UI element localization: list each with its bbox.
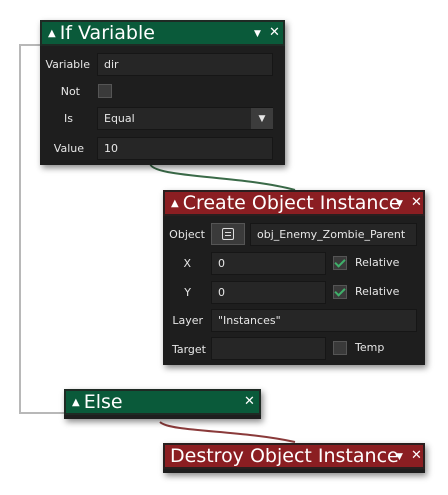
- temp-checkbox[interactable]: [333, 341, 347, 355]
- close-icon[interactable]: ✕: [269, 25, 280, 40]
- block-title: If Variable: [59, 22, 155, 44]
- layer-input[interactable]: "Instances": [211, 309, 417, 332]
- y-input[interactable]: 0: [211, 281, 326, 304]
- is-select[interactable]: Equal: [97, 107, 273, 130]
- value-label: Value: [53, 142, 84, 155]
- if-variable-header[interactable]: ▲ If Variable ▼ ✕: [40, 20, 285, 46]
- block-title: Create Object Instance: [182, 192, 401, 214]
- collapse-icon[interactable]: ▲: [48, 28, 56, 39]
- not-checkbox[interactable]: [98, 84, 112, 98]
- value-input[interactable]: 10: [97, 137, 273, 160]
- variable-label: Variable: [45, 58, 90, 71]
- destroy-object-instance-block: Destroy Object Instance ▼ ✕: [163, 443, 425, 473]
- chevron-down-icon[interactable]: ▼: [254, 29, 261, 39]
- x-input[interactable]: 0: [211, 252, 326, 275]
- chevron-down-icon[interactable]: ▼: [396, 199, 403, 209]
- target-input[interactable]: [211, 337, 326, 360]
- temp-label: Temp: [355, 341, 385, 354]
- collapse-icon[interactable]: ▲: [72, 397, 80, 408]
- if-to-create-connector: [149, 162, 296, 191]
- object-picker-icon: [222, 228, 234, 240]
- target-label: Target: [171, 343, 206, 356]
- is-label: Is: [64, 112, 73, 125]
- x-relative-checkbox[interactable]: [333, 256, 347, 270]
- object-picker-button[interactable]: [211, 223, 245, 245]
- layer-label: Layer: [172, 314, 203, 327]
- not-label: Not: [60, 85, 80, 98]
- object-label: Object: [169, 228, 205, 241]
- if-variable-block: ▲ If Variable ▼ ✕ Variable dir Not Is Eq…: [40, 20, 285, 165]
- y-relative-checkbox[interactable]: [333, 285, 347, 299]
- create-instance-header[interactable]: ▲ Create Object Instance ▼ ✕: [163, 190, 425, 216]
- block-title: Else: [83, 391, 123, 413]
- x-relative-label: Relative: [355, 256, 400, 269]
- destroy-instance-header[interactable]: Destroy Object Instance ▼ ✕: [163, 443, 425, 469]
- close-icon[interactable]: ✕: [411, 195, 422, 210]
- else-block: ▲ Else ✕: [64, 389, 261, 419]
- create-object-instance-block: ▲ Create Object Instance ▼ ✕ Object obj_…: [163, 190, 425, 365]
- close-icon[interactable]: ✕: [411, 448, 422, 463]
- y-relative-label: Relative: [355, 285, 400, 298]
- chevron-down-icon[interactable]: ▼: [396, 452, 403, 462]
- y-label: Y: [184, 286, 191, 299]
- x-label: X: [183, 257, 191, 270]
- block-title: Destroy Object Instance: [170, 445, 399, 467]
- variable-input[interactable]: dir: [97, 53, 273, 76]
- else-header[interactable]: ▲ Else ✕: [64, 389, 261, 415]
- object-input[interactable]: obj_Enemy_Zombie_Parent: [250, 223, 417, 246]
- collapse-icon[interactable]: ▲: [171, 198, 179, 209]
- close-icon[interactable]: ✕: [244, 394, 255, 409]
- else-to-destroy-connector: [159, 421, 296, 443]
- is-select-chevron-down-icon[interactable]: ▼: [251, 108, 273, 129]
